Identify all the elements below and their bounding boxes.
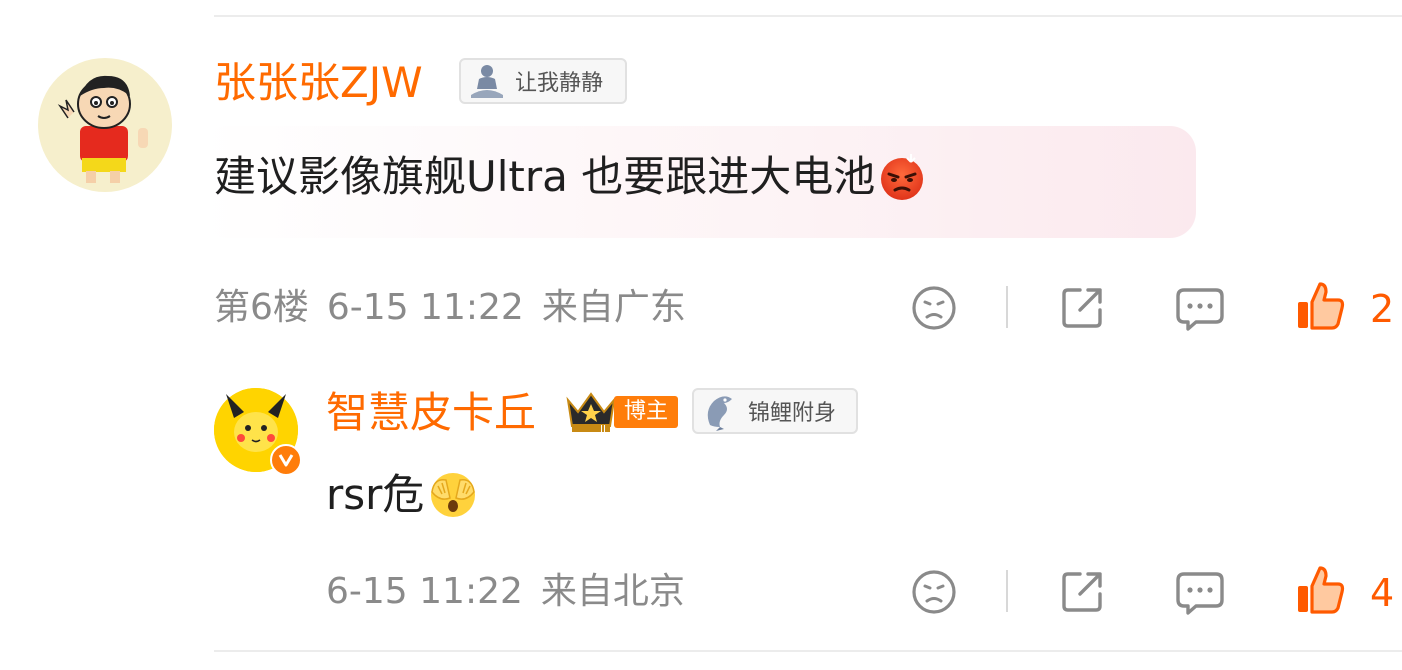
verified-badge (270, 444, 302, 476)
reply-dislike-button[interactable] (908, 566, 960, 618)
dislike-button[interactable] (908, 282, 960, 334)
reply-avatar[interactable] (214, 388, 302, 476)
koi-fish-icon (707, 396, 732, 431)
top-divider (214, 15, 1402, 17)
reply-reply-button[interactable] (1174, 566, 1226, 618)
comment-text: 建议影像旗舰Ultra 也要跟进大电池 (214, 152, 927, 202)
share-icon (1062, 288, 1102, 328)
meditation-person-icon (471, 65, 503, 98)
thumbs-up-icon (1298, 282, 1345, 330)
reply-action-separator (1006, 570, 1008, 612)
vip-blogger-badge[interactable]: II 博主 (564, 390, 679, 434)
thumbs-up-icon (1298, 566, 1345, 614)
comment-meta: 第6楼 6-15 11:22 来自广东 (214, 290, 704, 326)
reply-time: 6-15 11:22 (326, 571, 523, 612)
comment-location: 来自广东 (541, 287, 686, 328)
comment-bubble-icon (1176, 288, 1224, 331)
user-badge[interactable]: 让我静静 (459, 58, 627, 104)
reply-badge-label: 锦鲤附身 (748, 401, 837, 426)
comment-text-body: 建议影像旗舰Ultra 也要跟进大电池 (214, 152, 876, 201)
crown-icon: II (566, 392, 616, 434)
svg-text:II: II (600, 424, 606, 434)
share-button[interactable] (1056, 282, 1108, 334)
sad-face-icon (912, 286, 956, 330)
reply-username[interactable]: 智慧皮卡丘 (326, 392, 536, 434)
comment-bubble-icon (1176, 572, 1224, 615)
reply-text-body: rsr危 (326, 470, 425, 519)
like-count: 2 (1370, 287, 1395, 331)
floor-number: 第6楼 (214, 287, 309, 328)
reply-like-count: 4 (1370, 571, 1395, 615)
sad-face-icon (912, 570, 956, 614)
bottom-divider (214, 650, 1402, 652)
comment-time: 6-15 11:22 (326, 287, 524, 328)
reply-user-badge[interactable]: 锦鲤附身 (692, 388, 858, 434)
action-separator (1006, 286, 1008, 328)
reply-button[interactable] (1174, 282, 1226, 334)
like-button[interactable] (1294, 280, 1346, 332)
hands-over-eyes-emoji-icon (431, 473, 476, 517)
username[interactable]: 张张张ZJW (214, 62, 423, 104)
share-icon (1062, 572, 1102, 612)
badge-label: 让我静静 (515, 71, 604, 96)
reply-text: rsr危 (326, 468, 480, 522)
reply-location: 来自北京 (540, 571, 685, 612)
reply-like-button[interactable] (1294, 564, 1346, 616)
vip-tag-label: 博主 (614, 396, 679, 428)
cartoon-boy-avatar-icon (57, 75, 148, 183)
reply-share-button[interactable] (1056, 566, 1108, 618)
reply-meta: 6-15 11:22 来自北京 (326, 574, 703, 610)
angry-face-emoji-icon (881, 154, 924, 200)
v-verified-icon (278, 454, 294, 467)
avatar[interactable] (38, 58, 172, 192)
